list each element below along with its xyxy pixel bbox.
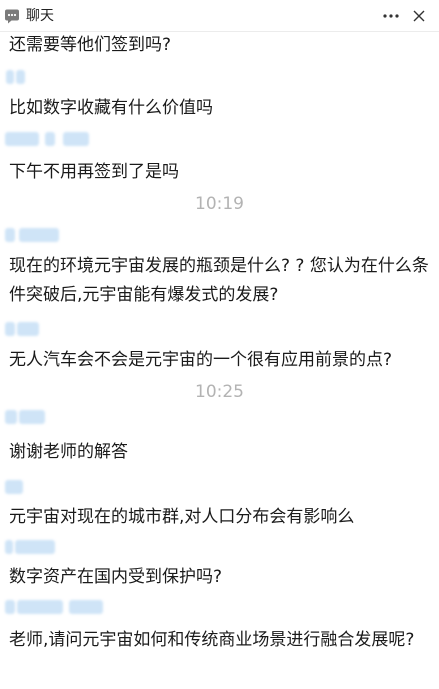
chat-message: 还需要等他们签到吗? [9, 35, 172, 55]
timestamp: 10:19 [195, 194, 244, 214]
chat-message: 无人汽车会不会是元宇宙的一个很有应用前景的点? [9, 350, 393, 370]
window-title: 聊天 [26, 8, 54, 24]
title-bar: 聊天 [0, 0, 439, 32]
chat-message-list[interactable]: 还需要等他们签到吗? 比如数字收藏有什么价值吗 下午不用再签到了是吗 10:19… [0, 32, 439, 689]
chat-message: 现在的环境元宇宙发展的瓶颈是什么? ? 您认为在什么条件突破后,元宇宙能有爆发式… [9, 256, 429, 305]
chat-message: 数字资产在国内受到保护吗? [9, 567, 223, 587]
more-horizontal-icon [383, 14, 399, 18]
chat-message: 比如数字收藏有什么价值吗 [9, 98, 213, 118]
chat-bubble-icon [4, 8, 20, 24]
timestamp: 10:25 [195, 382, 244, 402]
chat-message: 老师,请问元宇宙如何和传统商业场景进行融合发展呢? [9, 630, 415, 650]
close-icon [413, 10, 425, 22]
chat-message: 下午不用再签到了是吗 [9, 162, 179, 182]
chat-message: 元宇宙对现在的城市群,对人口分布会有影响么 [9, 507, 355, 527]
more-options-button[interactable] [379, 4, 403, 28]
chat-message: 谢谢老师的解答 [9, 442, 128, 462]
close-button[interactable] [407, 4, 431, 28]
